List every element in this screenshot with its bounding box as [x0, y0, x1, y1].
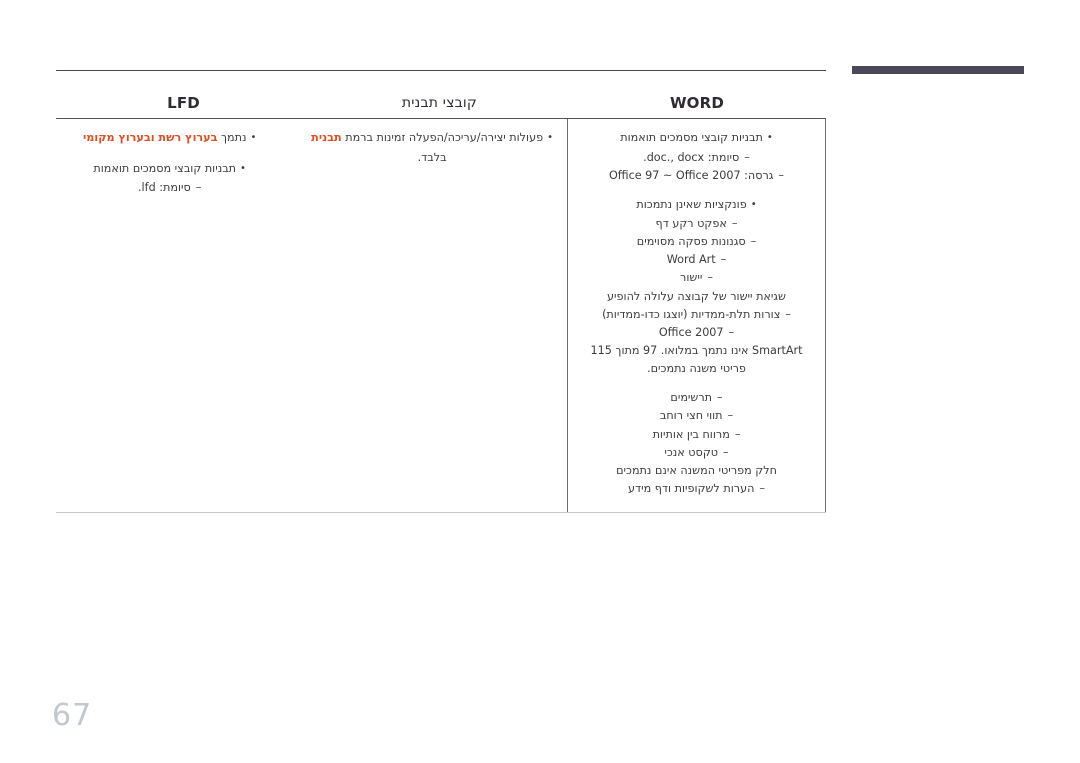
- word-vertical-text-label: טקסט אנכי: [582, 444, 811, 462]
- lfd-supported-highlight: בערוץ רשת ובערוץ מקומי: [82, 131, 218, 145]
- template-actions-highlight: תבנית: [311, 131, 342, 145]
- word-unsupported-label: פונקציות שאינן נתמכות: [582, 196, 811, 214]
- word-submenu-note: חלק מפריטי המשנה אינם נתמכים: [616, 463, 777, 477]
- cell-word: תבניות קובצי מסמכים תואמות סיומת: doc., …: [568, 119, 826, 513]
- word-notes-label: הערות לשקופיות ודף מידע: [582, 480, 811, 498]
- table-header-row: WORD קובצי תבנית LFD: [56, 88, 826, 118]
- header-rule: [56, 70, 826, 71]
- lfd-supported-line: נתמך בערוץ רשת ובערוץ מקומי: [56, 129, 283, 147]
- word-para-styles-label: סגנונות פסקה מסוימים: [582, 233, 811, 251]
- word-halfwidth-label: תווי חצי רוחב: [582, 407, 811, 425]
- cell-template: פעולות יצירה/עריכה/הפעלה זמינות ברמת תבנ…: [297, 119, 568, 513]
- table-bottom-rule: [56, 512, 826, 514]
- column-header-word: WORD: [669, 94, 725, 112]
- lfd-supported-text-pre: נתמך: [217, 131, 247, 145]
- word-align-label: יישור: [582, 269, 811, 287]
- column-header-template: קובצי תבנית: [401, 95, 478, 111]
- word-extension-label: סיומת: doc., docx.: [582, 149, 811, 167]
- word-smartart-note: SmartArt אינו נתמך במלואו. 97 מתוך 115: [590, 343, 803, 357]
- word-charts-label: תרשימים: [582, 389, 811, 407]
- word-letterspacing-label: מרווח בין אותיות: [582, 426, 811, 444]
- word-wordart-label: Word Art: [582, 251, 811, 269]
- word-version-label: גרסה: Office 97 ~ Office 2007: [582, 167, 811, 185]
- comparison-table: WORD קובצי תבנית LFD תבניות קובצי מסמכים…: [56, 88, 826, 514]
- page-number: 67: [52, 698, 93, 733]
- lfd-templates-label: תבניות קובצי מסמכים תואמות: [56, 160, 283, 178]
- table-body-row: תבניות קובצי מסמכים תואמות סיומת: doc., …: [56, 119, 826, 513]
- template-actions-text-pre: פעולות יצירה/עריכה/הפעלה זמינות ברמת: [341, 131, 544, 145]
- word-align-note: שגיאת יישור של קבוצה עלולה להופיע: [607, 289, 786, 303]
- word-smartart-note-cont: פריטי משנה נתמכים.: [647, 362, 746, 376]
- word-office2007-label: Office 2007: [582, 324, 811, 342]
- word-page-bg-label: אפקט רקע דף: [582, 215, 811, 233]
- header-accent-bar: [852, 66, 1024, 74]
- cell-lfd: נתמך בערוץ רשת ובערוץ מקומי תבניות קובצי…: [42, 119, 297, 512]
- column-header-lfd: LFD: [167, 94, 200, 112]
- word-templates-label: תבניות קובצי מסמכים תואמות: [582, 129, 811, 147]
- template-actions-line: פעולות יצירה/עריכה/הפעלה זמינות ברמת תבנ…: [311, 129, 553, 147]
- word-3d-label: צורות תלת-ממדיות (יוצגו כדו-ממדיות): [582, 306, 811, 324]
- document-page: { "colors": { "accent": "#e04e1f", "rule…: [0, 0, 1080, 763]
- template-actions-text-post: בלבד.: [417, 150, 447, 164]
- lfd-extension-label: סיומת: lfd.: [56, 179, 283, 197]
